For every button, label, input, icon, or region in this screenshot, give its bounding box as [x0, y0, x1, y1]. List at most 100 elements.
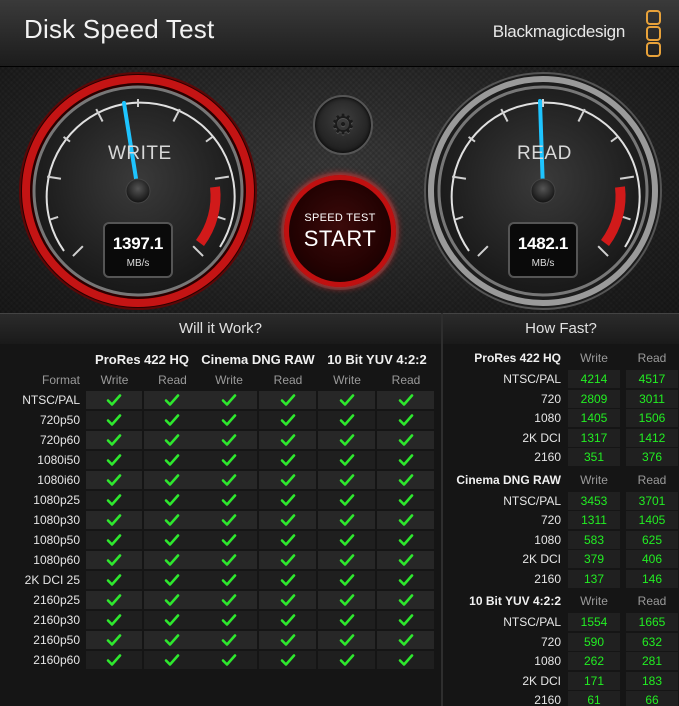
subcolumn-header: Read	[637, 351, 667, 365]
start-button[interactable]: SPEED TEST START	[284, 175, 396, 287]
speed-row: 2160 61 66	[443, 691, 679, 706]
checkmark-icon	[280, 392, 296, 408]
read-gauge-label: READ	[517, 143, 572, 164]
checkmark-icon	[106, 512, 122, 528]
speed-row: 720 1311 1405	[443, 511, 679, 530]
subcolumn-header: Read	[637, 472, 667, 487]
write-speed-value: 590	[568, 632, 620, 651]
support-cell	[259, 431, 317, 449]
format-label: 2160	[534, 693, 561, 706]
format-label: NTSC/PAL	[503, 372, 561, 386]
checkmark-icon	[106, 432, 122, 448]
write-speed-value: 1405	[568, 409, 620, 427]
format-label: 2160p50	[33, 633, 80, 647]
table-row: 2160p60	[0, 651, 441, 670]
settings-button[interactable]: ⚙	[313, 95, 373, 155]
support-cell	[144, 511, 201, 529]
speed-row: NTSC/PAL 3453 3701	[443, 491, 679, 511]
support-cell	[144, 651, 201, 669]
checkmark-icon	[106, 392, 122, 408]
table-row: NTSC/PAL	[0, 391, 441, 410]
support-cell	[259, 471, 317, 489]
support-cell	[259, 651, 317, 669]
support-cell	[144, 611, 201, 629]
write-speed-value: 1397.1	[112, 234, 164, 253]
table-row: 720p50	[0, 411, 441, 430]
checkmark-icon	[221, 392, 237, 408]
checkmark-icon	[339, 432, 355, 448]
disk-speed-test-window: Disk Speed Test Blackmagicdesign WRITE R…	[0, 0, 679, 706]
checkmark-icon	[398, 492, 414, 508]
subcolumn-header: Read	[637, 594, 667, 608]
support-cell	[86, 431, 143, 449]
read-speed-value: 406	[626, 550, 678, 568]
format-label: 1080	[534, 654, 561, 668]
checkmark-icon	[221, 572, 237, 588]
support-cell	[377, 571, 435, 589]
checkmark-icon	[339, 472, 355, 488]
will-it-work-table: ProRes 422 HQ Cinema DNG RAW 10 Bit YUV …	[0, 344, 441, 706]
checkmark-icon	[280, 632, 296, 648]
support-cell	[318, 411, 376, 429]
checkmark-icon	[164, 572, 180, 588]
support-cell	[200, 571, 258, 589]
speed-row: 2K DCI 379 406	[443, 550, 679, 569]
support-cell	[86, 591, 143, 609]
read-speed-value: 1405	[626, 511, 678, 529]
write-speed-value: 4214	[568, 370, 620, 388]
support-cell	[377, 511, 435, 529]
checkmark-icon	[280, 472, 296, 488]
support-cell	[144, 391, 201, 409]
speed-row: 720 590 632	[443, 632, 679, 652]
support-cell	[200, 591, 258, 609]
checkmark-icon	[339, 392, 355, 408]
support-cell	[318, 591, 376, 609]
table-row: 1080p50	[0, 531, 441, 550]
support-cell	[377, 431, 435, 449]
support-cell	[86, 551, 143, 569]
subcolumn-header: Read	[391, 373, 421, 387]
support-cell	[318, 651, 376, 669]
checkmark-icon	[106, 452, 122, 468]
speed-row: 2160 137 146	[443, 569, 679, 589]
checkmark-icon	[280, 512, 296, 528]
checkmark-icon	[339, 412, 355, 428]
speed-row: 2160 351 376	[443, 448, 679, 467]
checkmark-icon	[106, 552, 122, 568]
checkmark-icon	[339, 652, 355, 668]
codec-group-title: ProRes 422 HQ	[474, 351, 561, 365]
checkmark-icon	[106, 472, 122, 488]
table-row: 1080p30	[0, 511, 441, 530]
subcolumn-header: Read	[273, 373, 303, 387]
codec-group-title: Cinema DNG RAW	[456, 472, 561, 487]
support-cell	[259, 611, 317, 629]
checkmark-icon	[398, 612, 414, 628]
checkmark-icon	[106, 492, 122, 508]
speed-row: NTSC/PAL 1554 1665	[443, 613, 679, 632]
format-label: 1080i50	[37, 453, 80, 467]
checkmark-icon	[280, 572, 296, 588]
format-label: 1080p30	[33, 513, 80, 527]
format-label: 2K DCI	[522, 552, 561, 566]
support-cell	[259, 451, 317, 469]
speed-row: 2K DCI 1317 1412	[443, 428, 679, 448]
support-cell	[86, 531, 143, 549]
checkmark-icon	[339, 512, 355, 528]
checkmark-icon	[280, 452, 296, 468]
support-cell	[200, 611, 258, 629]
format-label: 2160p25	[33, 593, 80, 607]
read-speed-unit: MB/s	[531, 258, 555, 269]
support-cell	[318, 391, 376, 409]
table-row: 2160p25	[0, 591, 441, 610]
format-label: 1080p50	[33, 533, 80, 547]
support-cell	[318, 471, 376, 489]
checkmark-icon	[339, 532, 355, 548]
read-speed-value: 3011	[626, 389, 678, 408]
format-label: 2160p60	[33, 653, 80, 667]
checkmark-icon	[398, 392, 414, 408]
format-label: 1080	[534, 411, 561, 425]
speed-row: 2K DCI 171 183	[443, 671, 679, 691]
read-speed-value: 632	[626, 632, 678, 651]
support-cell	[86, 451, 143, 469]
format-label: NTSC/PAL	[22, 393, 80, 407]
